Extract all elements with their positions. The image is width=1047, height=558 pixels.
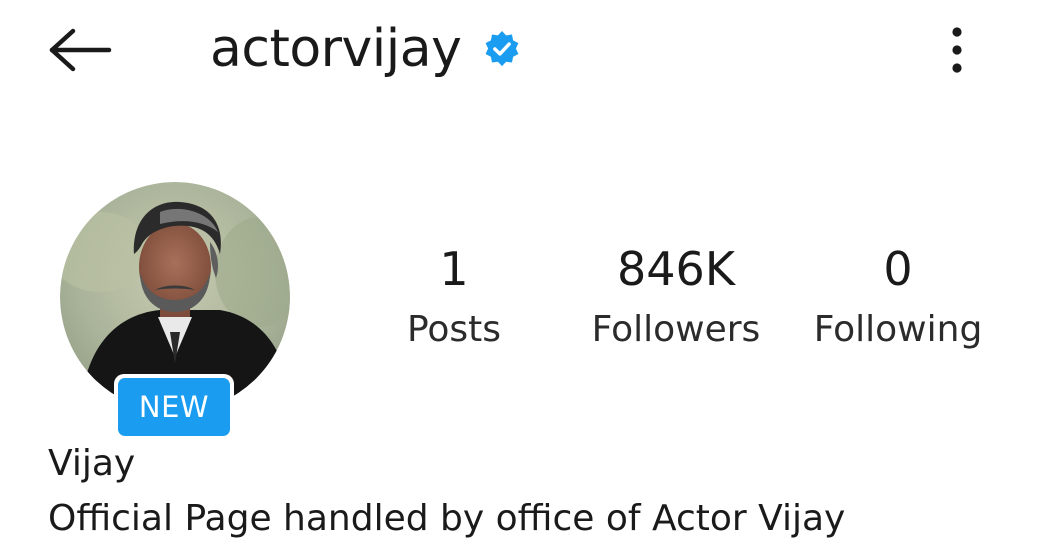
posts-count: 1 bbox=[439, 242, 469, 296]
followers-count: 846K bbox=[617, 242, 735, 296]
title-area: actorvijay bbox=[210, 14, 521, 84]
followers-stat[interactable]: 846K Followers bbox=[584, 246, 768, 348]
new-badge-label: NEW bbox=[118, 378, 230, 436]
profile-header: actorvijay bbox=[0, 0, 1047, 110]
following-label: Following bbox=[813, 309, 983, 350]
more-options-button[interactable] bbox=[937, 18, 977, 82]
username-title: actorvijay bbox=[210, 19, 462, 79]
posts-label: Posts bbox=[406, 309, 502, 350]
following-stat[interactable]: 0 Following bbox=[806, 246, 990, 348]
new-badge[interactable]: NEW bbox=[114, 374, 234, 440]
bio-text: Official Page handled by office of Actor… bbox=[48, 498, 846, 539]
vertical-dots-icon bbox=[952, 27, 962, 73]
following-count: 0 bbox=[883, 242, 913, 296]
back-button[interactable] bbox=[40, 18, 120, 82]
display-name: Vijay bbox=[48, 443, 136, 484]
verified-badge-icon bbox=[483, 30, 521, 68]
arrow-left-icon bbox=[49, 28, 112, 72]
posts-stat[interactable]: 1 Posts bbox=[384, 246, 524, 348]
followers-label: Followers bbox=[591, 309, 761, 350]
